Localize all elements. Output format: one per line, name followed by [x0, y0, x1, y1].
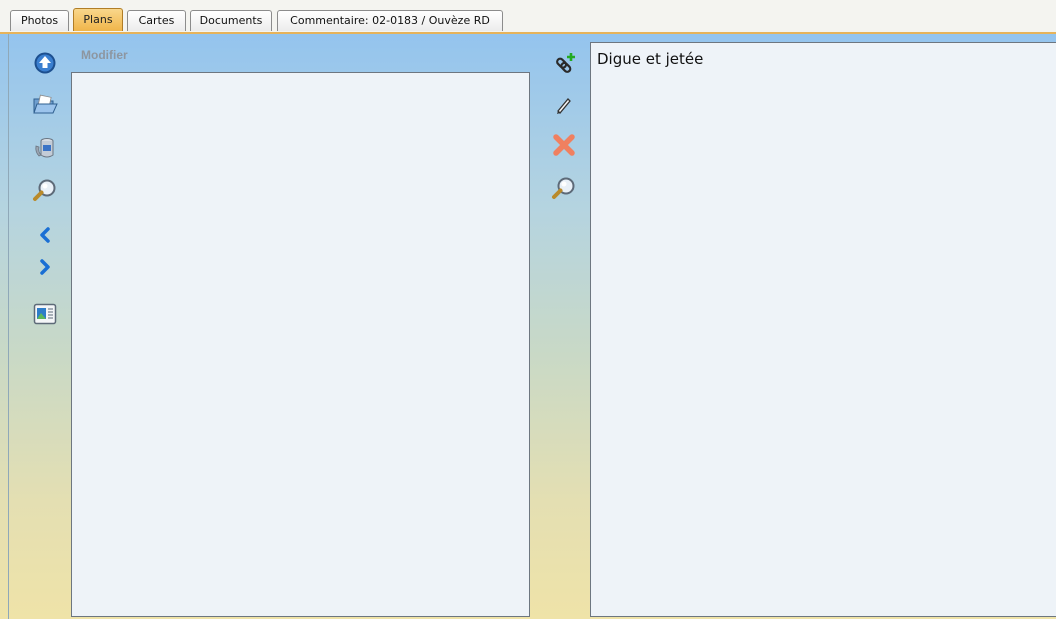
magnify-icon	[32, 178, 58, 202]
tab-strip: Photos Plans Cartes Documents Commentair…	[0, 0, 1056, 32]
add-link-button[interactable]	[551, 52, 577, 78]
next-icon	[37, 259, 53, 275]
tab-documents[interactable]: Documents	[190, 10, 272, 31]
add-link-icon	[551, 52, 577, 78]
comment-textbox[interactable]: Digue et jetée	[590, 42, 1056, 617]
image-preview-icon	[33, 303, 57, 325]
next-button[interactable]	[32, 254, 58, 280]
upload-icon	[33, 51, 57, 75]
plans-panel: Modifier Digue et jetée	[0, 32, 1056, 619]
delete-button[interactable]	[551, 132, 577, 158]
search-right-button[interactable]	[551, 175, 577, 201]
edit-button[interactable]	[551, 92, 577, 118]
delete-icon	[551, 132, 577, 158]
pencil-icon	[554, 95, 574, 115]
comment-text: Digue et jetée	[597, 50, 704, 68]
tab-commentaire[interactable]: Commentaire: 02-0183 / Ouvèze RD	[277, 10, 503, 31]
modifier-label: Modifier	[81, 48, 128, 62]
paint-bucket-icon	[33, 136, 57, 160]
paint-bucket-button[interactable]	[32, 135, 58, 161]
previous-icon	[37, 227, 53, 243]
tab-cartes[interactable]: Cartes	[127, 10, 186, 31]
previous-button[interactable]	[32, 222, 58, 248]
tab-plans[interactable]: Plans	[73, 8, 123, 31]
image-preview-button[interactable]	[32, 301, 58, 327]
tab-photos[interactable]: Photos	[10, 10, 69, 31]
open-folder-icon	[32, 93, 58, 117]
plans-list[interactable]	[71, 72, 530, 617]
upload-button[interactable]	[32, 50, 58, 76]
panel-edge	[8, 34, 9, 619]
open-folder-button[interactable]	[32, 92, 58, 118]
magnify-icon	[551, 176, 577, 200]
search-left-button[interactable]	[32, 177, 58, 203]
